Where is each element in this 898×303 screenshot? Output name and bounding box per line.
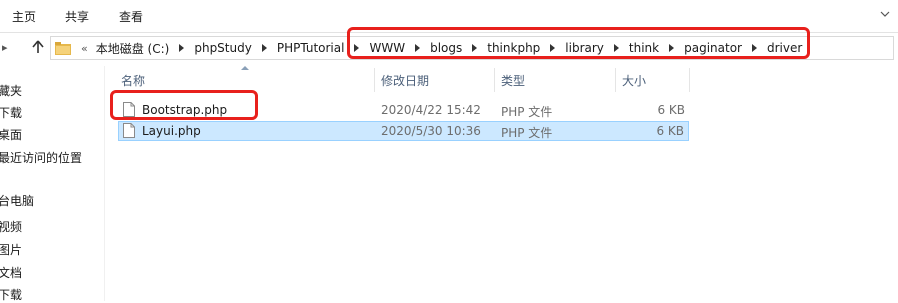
nav-item-desktop[interactable]: 桌面 [0, 126, 22, 143]
column-divider[interactable] [494, 68, 495, 92]
nav-item-this-pc[interactable]: 台电脑 [0, 192, 34, 209]
file-date: 2020/4/22 15:42 [381, 103, 481, 117]
breadcrumb-separator-icon[interactable] [179, 44, 185, 52]
column-divider[interactable] [615, 68, 616, 92]
up-arrow-icon[interactable] [30, 39, 46, 55]
nav-item-favorites[interactable]: 藏夹 [0, 82, 22, 99]
breadcrumb-drive[interactable]: 本地磁盘 (C:) [94, 40, 172, 57]
nav-item-downloads[interactable]: 下载 [0, 104, 22, 121]
chevron-down-icon[interactable] [880, 9, 890, 19]
file-size: 6 KB [657, 103, 685, 117]
breadcrumb-phpstudy[interactable]: phpStudy [192, 41, 254, 55]
nav-item-downloads-2[interactable]: 下载 [0, 286, 22, 303]
nav-item-videos[interactable]: 视频 [0, 218, 22, 235]
file-type: PHP 文件 [501, 126, 553, 140]
navigation-pane: 藏夹 下载 桌面 最近访问的位置 台电脑 视频 图片 文档 下载 [0, 66, 105, 303]
tab-home[interactable]: 主页 [12, 8, 36, 25]
file-date: 2020/5/30 10:36 [381, 124, 481, 138]
nav-item-documents[interactable]: 文档 [0, 264, 22, 281]
sort-ascending-icon [241, 66, 249, 70]
file-name: Layui.php [142, 124, 201, 138]
column-divider[interactable] [374, 68, 375, 92]
folder-icon [55, 41, 71, 55]
back-arrow-icon[interactable]: ▸ [2, 41, 8, 54]
nav-item-pictures[interactable]: 图片 [0, 241, 22, 258]
file-highlight-annotation [110, 90, 258, 120]
column-divider[interactable] [689, 68, 690, 92]
nav-item-recent-places[interactable]: 最近访问的位置 [0, 149, 82, 166]
file-icon [123, 123, 135, 138]
tab-share[interactable]: 共享 [65, 8, 89, 25]
column-header-name[interactable]: 名称 [121, 68, 145, 92]
file-type: PHP 文件 [501, 105, 553, 119]
breadcrumb-overflow[interactable]: « [81, 42, 88, 55]
column-header-type[interactable]: 类型 [501, 68, 525, 92]
breadcrumb-separator-icon[interactable] [261, 44, 267, 52]
column-header-size[interactable]: 大小 [622, 68, 646, 92]
breadcrumb-phptutorial[interactable]: PHPTutorial [275, 41, 347, 55]
file-row-selected[interactable]: Layui.php 2020/5/30 10:36 PHP 文件 6 KB [118, 121, 689, 141]
column-header-date[interactable]: 修改日期 [381, 68, 429, 92]
file-size: 6 KB [656, 124, 684, 138]
path-highlight-annotation [347, 27, 810, 59]
tab-view[interactable]: 查看 [119, 8, 143, 25]
